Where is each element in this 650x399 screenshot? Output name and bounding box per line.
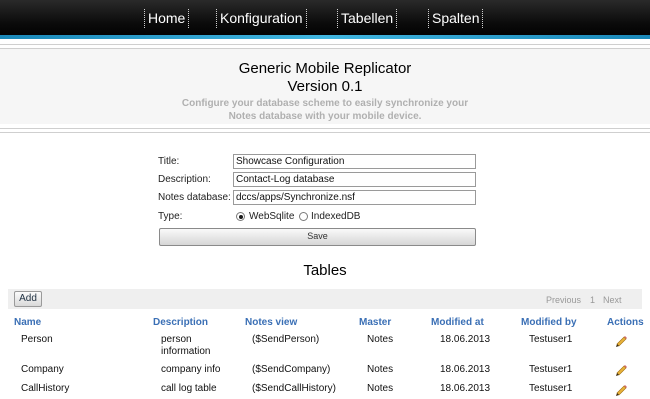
nav-item-spalten[interactable]: Spalten <box>428 9 484 28</box>
cell-notes-view: ($SendCallHistory) <box>252 383 336 394</box>
cell-modified-at: 18.06.2013 <box>440 364 491 375</box>
pager-next[interactable]: Next <box>603 295 622 305</box>
cell-modified-by: Testuser1 <box>529 364 573 375</box>
column-header-name[interactable]: Name <box>14 317 41 328</box>
description-input[interactable] <box>233 172 476 187</box>
app-subtitle-line1: Configure your database scheme to easily… <box>181 98 469 109</box>
cell-name: Company <box>21 364 64 375</box>
divider <box>0 132 650 133</box>
app-version: Version 0.1 <box>287 78 363 95</box>
type-radio-indexeddb[interactable] <box>299 212 308 221</box>
column-header-notes-view[interactable]: Notes view <box>245 317 297 328</box>
add-table-button[interactable]: Add <box>14 291 42 307</box>
cell-description: call log table <box>161 383 217 394</box>
title-input[interactable] <box>233 154 476 169</box>
pager-page-number[interactable]: 1 <box>590 295 595 305</box>
cell-notes-view: ($SendPerson) <box>252 334 320 345</box>
description-label: Description: <box>158 174 211 185</box>
nav-item-home[interactable]: Home <box>144 9 190 28</box>
pencil-icon[interactable] <box>614 333 628 347</box>
top-nav: Home Konfiguration Tabellen Spalten <box>0 0 650 39</box>
cell-notes-view: ($SendCompany) <box>252 364 331 375</box>
notes-database-label: Notes database: <box>158 192 231 203</box>
app-title: Generic Mobile Replicator <box>238 60 412 77</box>
column-header-modified-by[interactable]: Modified by <box>521 317 577 328</box>
cell-master: Notes <box>367 334 394 345</box>
column-header-description[interactable]: Description <box>153 317 208 328</box>
type-radio-websqlite[interactable] <box>236 212 245 221</box>
cell-description-continued: information <box>161 346 211 357</box>
pencil-icon[interactable] <box>614 382 628 396</box>
cell-modified-by: Testuser1 <box>529 334 573 345</box>
column-header-actions: Actions <box>607 317 644 328</box>
column-header-master[interactable]: Master <box>359 317 391 328</box>
type-option-websqlite-label: WebSqlite <box>249 211 295 222</box>
tables-heading: Tables <box>303 262 347 279</box>
nav-item-tabellen[interactable]: Tabellen <box>337 9 398 28</box>
cell-description: company info <box>161 364 221 375</box>
pager-previous[interactable]: Previous <box>546 295 581 305</box>
cell-master: Notes <box>367 383 394 394</box>
save-button[interactable]: Save <box>159 228 476 246</box>
cell-name: CallHistory <box>21 383 70 394</box>
cell-description: person <box>161 334 192 345</box>
nav-item-konfiguration[interactable]: Konfiguration <box>216 9 307 28</box>
column-header-modified-at[interactable]: Modified at <box>431 317 484 328</box>
notes-database-input[interactable] <box>233 190 476 205</box>
divider <box>0 128 650 129</box>
app-subtitle-line2: Notes database with your mobile device. <box>228 111 422 122</box>
cell-modified-at: 18.06.2013 <box>440 383 491 394</box>
cell-name: Person <box>21 334 53 345</box>
tables-toolbar: Add Previous 1 Next <box>8 289 642 309</box>
pencil-icon[interactable] <box>614 362 628 376</box>
divider <box>0 44 650 45</box>
type-label: Type: <box>158 211 183 222</box>
title-label: Title: <box>158 156 180 167</box>
type-option-indexeddb-label: IndexedDB <box>311 211 361 222</box>
cell-modified-at: 18.06.2013 <box>440 334 491 345</box>
cell-modified-by: Testuser1 <box>529 383 573 394</box>
cell-master: Notes <box>367 364 394 375</box>
nav-accent-strip <box>0 35 650 39</box>
